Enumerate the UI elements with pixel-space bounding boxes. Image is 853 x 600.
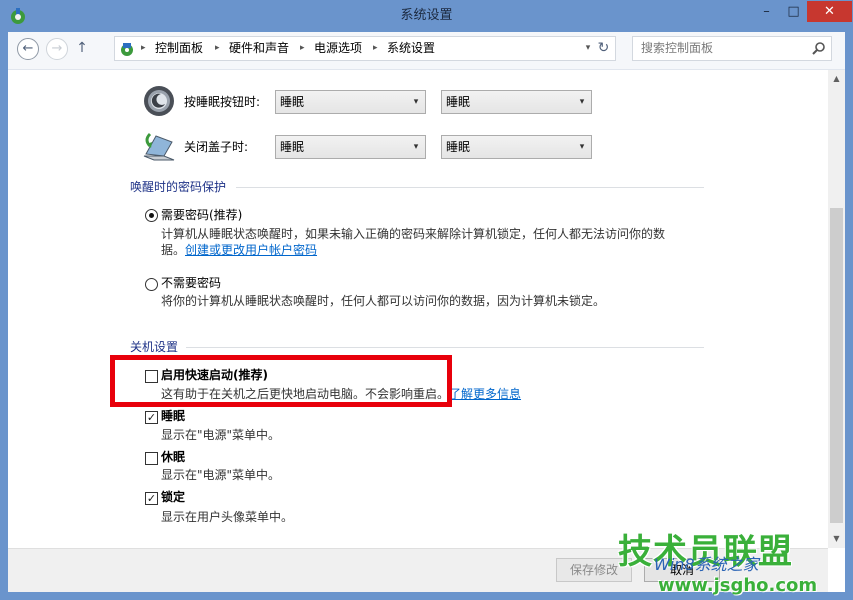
no-password-desc: 将你的计算机从睡眠状态唤醒时，任何人都可以访问你的数据，因为计算机未锁定。	[161, 294, 606, 308]
scroll-down-icon[interactable]: ▼	[828, 530, 845, 547]
lock-label[interactable]: 锁定	[161, 489, 185, 505]
no-password-radio[interactable]	[145, 278, 158, 291]
create-password-link[interactable]: 创建或更改用户帐户密码	[185, 242, 317, 258]
lid-close-plugged-select[interactable]: 睡眠 ▾	[441, 135, 592, 159]
sleep-button-label: 按睡眠按钮时:	[184, 95, 261, 109]
require-password-label[interactable]: 需要密码(推荐)	[161, 207, 242, 223]
back-button[interactable]: ←	[17, 38, 39, 60]
refresh-button[interactable]: ↻	[592, 36, 616, 61]
chevron-down-icon: ▾	[413, 142, 419, 152]
search-input[interactable]: 搜索控制面板	[632, 36, 832, 61]
select-value: 睡眠	[280, 95, 305, 109]
breadcrumb-separator: ▸	[215, 43, 220, 53]
select-value: 睡眠	[446, 95, 471, 109]
breadcrumb-separator: ▸	[373, 43, 378, 53]
lid-close-battery-select[interactable]: 睡眠 ▾	[275, 135, 426, 159]
lock-checkbox[interactable]: ✓	[145, 492, 158, 505]
sleep-label[interactable]: 睡眠	[161, 408, 185, 424]
up-button[interactable]: ↑	[74, 40, 90, 58]
sleep-desc: 显示在"电源"菜单中。	[161, 428, 281, 442]
require-password-desc: 计算机从睡眠状态唤醒时，如果未输入正确的密码来解除计算机锁定，任何人都无法访问你…	[161, 227, 666, 241]
chevron-down-icon: ▾	[579, 97, 585, 107]
breadcrumb-power-options[interactable]: 电源选项	[314, 37, 362, 60]
sleep-checkbox[interactable]: ✓	[145, 411, 158, 424]
lid-close-label: 关闭盖子时:	[184, 140, 249, 154]
breadcrumb-separator: ▸	[300, 43, 305, 53]
breadcrumb-hardware-sound[interactable]: 硬件和声音	[229, 37, 289, 60]
navigation-bar: ← → ↑ ▸ 控制面板 ▸ 硬件和声音 ▸ 电源选项 ▸ 系统设置 ▾ ↻ 搜…	[8, 32, 845, 70]
maximize-button[interactable]: □	[780, 1, 807, 22]
laptop-lid-icon	[143, 132, 175, 161]
window: 系统设置 – □ ✕ ← → ↑ ▸ 控制面板 ▸ 硬件和声音 ▸ 电源选项 ▸…	[0, 0, 853, 600]
minimize-button[interactable]: –	[753, 1, 780, 22]
breadcrumb-control-panel[interactable]: 控制面板	[155, 37, 203, 60]
divider	[186, 347, 704, 348]
address-bar[interactable]: ▸ 控制面板 ▸ 硬件和声音 ▸ 电源选项 ▸ 系统设置 ▾	[114, 36, 606, 61]
sleep-button-icon	[144, 86, 174, 116]
select-value: 睡眠	[446, 140, 471, 154]
sleep-button-plugged-select[interactable]: 睡眠 ▾	[441, 90, 592, 114]
password-group-title: 唤醒时的密码保护	[130, 180, 227, 194]
content-pane: 按睡眠按钮时: 睡眠 ▾ 睡眠 ▾ 关闭盖子时: 睡眠 ▾ 睡眠 ▾ 唤醒时的密…	[8, 70, 845, 592]
highlight-box	[110, 355, 452, 407]
chevron-down-icon: ▾	[579, 142, 585, 152]
search-icon[interactable]	[811, 41, 827, 57]
no-password-label[interactable]: 不需要密码	[161, 275, 221, 291]
hibernate-checkbox[interactable]	[145, 452, 158, 465]
watermark-url: www.jsgho.com	[658, 575, 818, 596]
title-bar: 系统设置 – □ ✕	[0, 0, 853, 32]
window-title: 系统设置	[400, 8, 453, 23]
select-value: 睡眠	[280, 140, 305, 154]
watermark-logo: 技术员联盟 Win8系统之家 www.jsgho.com	[618, 532, 818, 596]
hibernate-desc: 显示在"电源"菜单中。	[161, 468, 281, 482]
lock-desc: 显示在用户头像菜单中。	[161, 510, 294, 524]
require-password-radio[interactable]	[145, 209, 158, 222]
scroll-up-icon[interactable]: ▲	[828, 70, 845, 87]
scrollbar-thumb[interactable]	[830, 208, 843, 523]
radio-dot	[149, 213, 154, 218]
learn-more-link[interactable]: 了解更多信息	[449, 386, 521, 402]
chevron-down-icon: ▾	[413, 97, 419, 107]
shutdown-group-title: 关机设置	[130, 340, 179, 354]
require-password-desc-line2: 据。	[161, 243, 186, 257]
watermark-sub: Win8系统之家	[654, 555, 759, 574]
close-button[interactable]: ✕	[807, 1, 852, 22]
sleep-button-battery-select[interactable]: 睡眠 ▾	[275, 90, 426, 114]
control-panel-icon	[121, 43, 133, 56]
forward-button[interactable]: →	[46, 38, 68, 60]
breadcrumb-separator: ▸	[141, 43, 146, 53]
hibernate-label[interactable]: 休眠	[161, 449, 185, 465]
breadcrumb-system-settings[interactable]: 系统设置	[387, 37, 435, 60]
vertical-scrollbar[interactable]: ▲ ▼	[828, 70, 845, 548]
divider	[236, 187, 704, 188]
search-placeholder: 搜索控制面板	[641, 41, 714, 55]
